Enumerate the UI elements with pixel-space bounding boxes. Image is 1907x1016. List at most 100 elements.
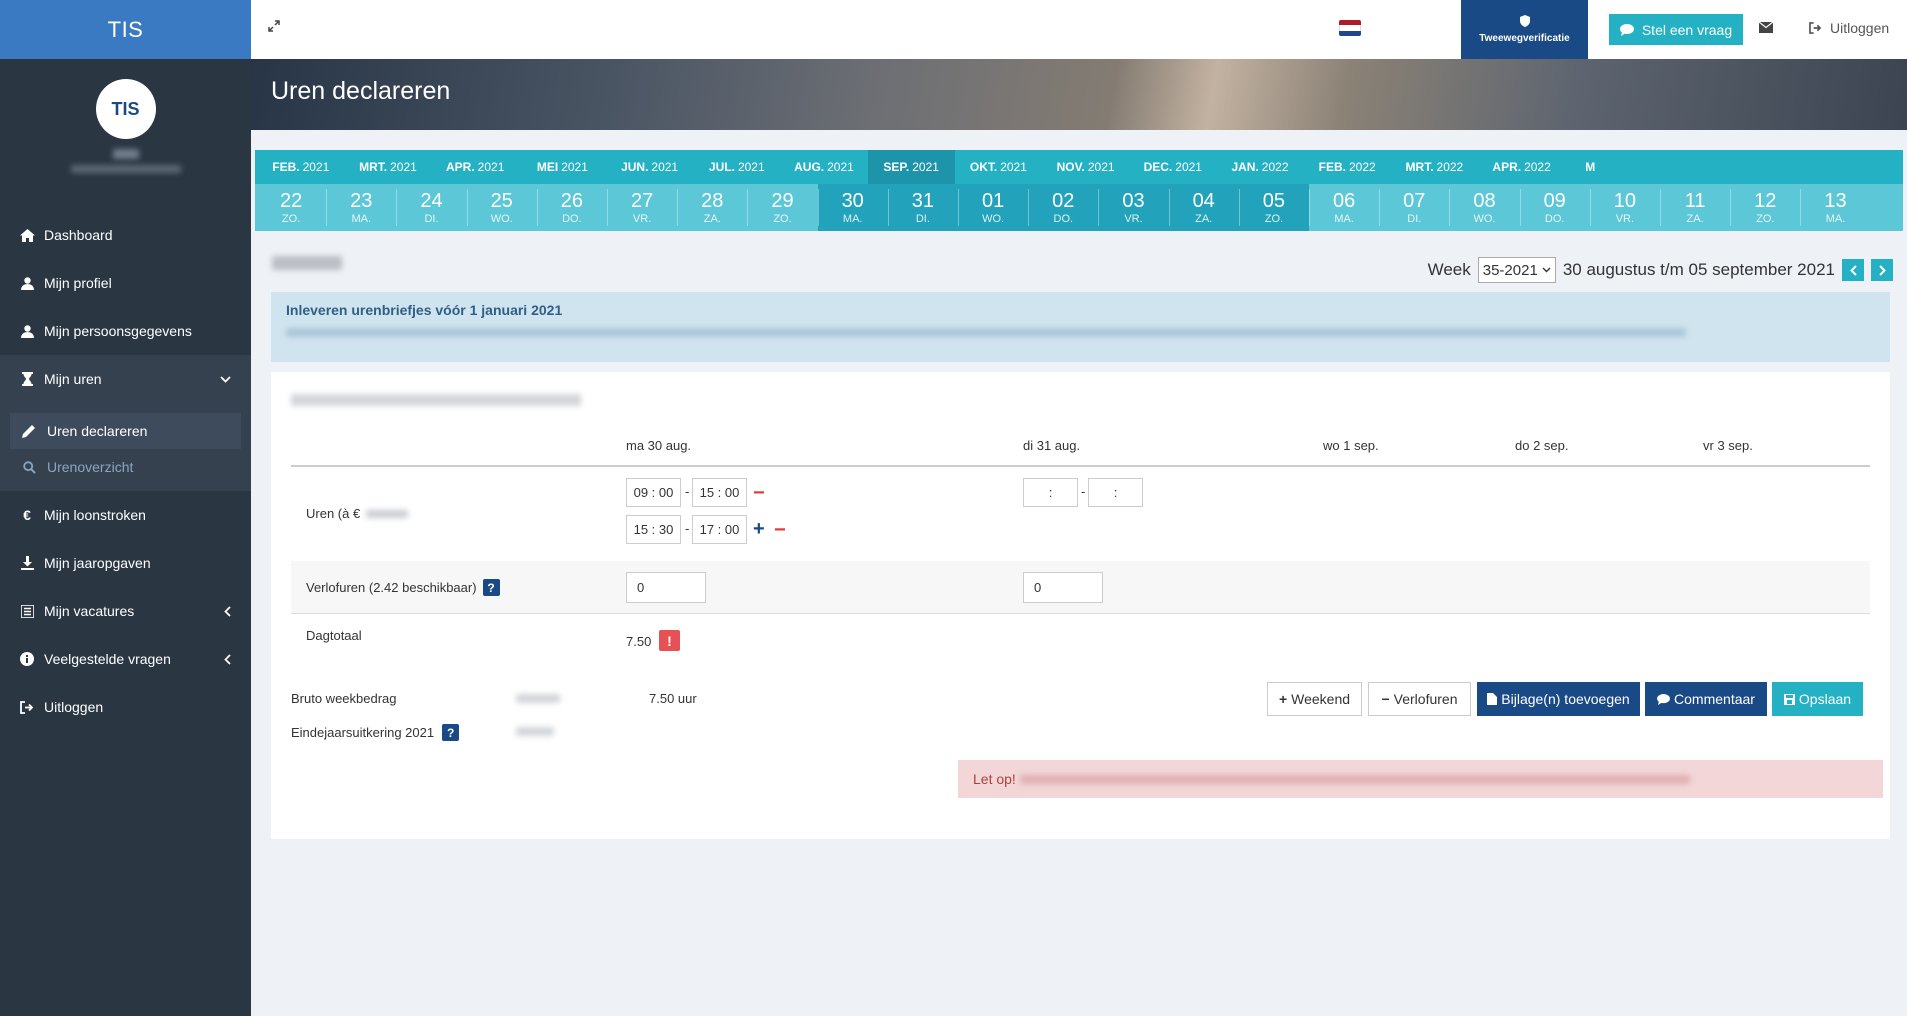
day-item[interactable]: 22 ZO. bbox=[256, 184, 326, 231]
end-time-input[interactable]: 17 : 00 bbox=[692, 515, 747, 544]
sidebar-item-persoonsgegevens[interactable]: Mijn persoonsgegevens bbox=[0, 307, 251, 355]
end-time-input[interactable]: : bbox=[1088, 478, 1143, 507]
leave-hours-button[interactable]: − Verlofuren bbox=[1368, 682, 1471, 716]
column-header-wed: wo 1 sep. bbox=[1323, 438, 1379, 453]
start-time-input[interactable]: 15 : 30 bbox=[626, 515, 681, 544]
add-attachment-button[interactable]: Bijlage(n) toevoegen bbox=[1477, 682, 1640, 716]
start-time-input[interactable]: 09 : 00 bbox=[626, 478, 681, 507]
day-item[interactable]: 10 VR. bbox=[1590, 184, 1660, 231]
month-item[interactable]: APR. 2022 bbox=[1478, 150, 1565, 184]
start-time-input[interactable]: : bbox=[1023, 478, 1078, 507]
user-icon bbox=[19, 276, 35, 290]
sidebar-item-label: Urenoverzicht bbox=[47, 459, 134, 475]
day-item[interactable]: 29 ZO. bbox=[747, 184, 817, 231]
sidebar-item-mijn-profiel[interactable]: Mijn profiel bbox=[0, 259, 251, 307]
leave-hours-input-tue[interactable]: 0 bbox=[1023, 572, 1103, 603]
day-item[interactable]: 07 DI. bbox=[1379, 184, 1449, 231]
comment-button[interactable]: Commentaar bbox=[1645, 682, 1767, 716]
day-item[interactable]: 25 WO. bbox=[467, 184, 537, 231]
month-item[interactable]: SEP. 2021 bbox=[867, 150, 955, 184]
two-factor-button[interactable]: Tweewegverificatie bbox=[1461, 0, 1588, 59]
day-item[interactable]: 31 DI. bbox=[887, 184, 958, 231]
day-separator bbox=[1589, 189, 1591, 226]
month-item[interactable]: AUG. 2021 bbox=[780, 150, 867, 184]
top-bar: Tweewegverificatie Stel een vraag Uitlog… bbox=[251, 0, 1907, 59]
envelope-icon[interactable] bbox=[1759, 22, 1773, 33]
month-item[interactable]: DEC. 2021 bbox=[1129, 150, 1216, 184]
range-dash: - bbox=[685, 521, 690, 536]
day-item[interactable]: 02 DO. bbox=[1028, 184, 1099, 231]
sidebar-item-vacatures[interactable]: Mijn vacatures bbox=[0, 587, 251, 635]
week-select-value: 35-2021 bbox=[1482, 261, 1538, 279]
month-item[interactable]: FEB. 2022 bbox=[1304, 150, 1391, 184]
end-time-input[interactable]: 15 : 00 bbox=[692, 478, 747, 507]
day-item[interactable]: 09 DO. bbox=[1520, 184, 1590, 231]
warning-icon[interactable]: ! bbox=[659, 630, 680, 651]
day-separator bbox=[1730, 189, 1732, 226]
day-item[interactable]: 04 ZA. bbox=[1168, 184, 1239, 231]
leave-hours-input-mon[interactable]: 0 bbox=[626, 572, 706, 603]
remove-range-icon[interactable]: − bbox=[774, 520, 786, 540]
day-item[interactable]: 23 MA. bbox=[326, 184, 396, 231]
year-end-bonus-label: Eindejaarsuitkering 2021 bbox=[291, 725, 435, 740]
day-number: 10 bbox=[1613, 190, 1637, 212]
month-item[interactable]: JUL. 2021 bbox=[693, 150, 780, 184]
sidebar-item-veelgestelde-vragen[interactable]: Veelgestelde vragen bbox=[0, 635, 251, 683]
day-number: 03 bbox=[1122, 190, 1145, 212]
day-item[interactable]: 30 MA. bbox=[817, 184, 888, 231]
expand-icon[interactable] bbox=[268, 20, 280, 32]
day-item[interactable]: 05 ZO. bbox=[1238, 184, 1309, 231]
day-number: 06 bbox=[1332, 190, 1356, 212]
top-logout-link[interactable]: Uitloggen bbox=[1809, 20, 1889, 36]
minus-icon: − bbox=[1381, 691, 1390, 707]
avatar[interactable]: TIS bbox=[95, 79, 156, 139]
day-item[interactable]: 01 WO. bbox=[958, 184, 1029, 231]
day-item[interactable]: 11 ZA. bbox=[1660, 184, 1730, 231]
day-item[interactable]: 03 VR. bbox=[1098, 184, 1169, 231]
previous-week-button[interactable] bbox=[1842, 259, 1864, 281]
month-item[interactable]: NOV. 2021 bbox=[1042, 150, 1129, 184]
month-item[interactable]: MEI 2021 bbox=[519, 150, 606, 184]
save-button[interactable]: Opslaan bbox=[1772, 682, 1863, 716]
month-item[interactable]: JAN. 2022 bbox=[1216, 150, 1303, 184]
day-number: 25 bbox=[490, 190, 513, 212]
month-item[interactable]: FEB. 2021 bbox=[257, 150, 344, 184]
sidebar-item-loonstroken[interactable]: € Mijn loonstroken bbox=[0, 491, 251, 539]
sidebar-item-dashboard[interactable]: Dashboard bbox=[0, 211, 251, 259]
sidebar-item-urenoverzicht[interactable]: Urenoverzicht bbox=[10, 449, 241, 485]
day-separator bbox=[607, 189, 608, 226]
day-item[interactable]: 06 MA. bbox=[1309, 184, 1379, 231]
day-item[interactable]: 26 DO. bbox=[537, 184, 607, 231]
sidebar-item-uren-declareren[interactable]: Uren declareren bbox=[10, 413, 241, 449]
day-number: 27 bbox=[630, 190, 654, 212]
day-item[interactable]: 27 VR. bbox=[607, 184, 677, 231]
chevron-right-icon bbox=[1878, 264, 1886, 276]
day-item[interactable]: 08 WO. bbox=[1449, 184, 1519, 231]
sidebar-item-uitloggen[interactable]: Uitloggen bbox=[0, 683, 251, 731]
month-item[interactable]: OKT. 2021 bbox=[955, 150, 1042, 184]
help-icon[interactable]: ? bbox=[442, 724, 460, 741]
day-number: 29 bbox=[771, 190, 794, 212]
month-item[interactable]: MRT. 2021 bbox=[344, 150, 431, 184]
day-item[interactable]: 24 DI. bbox=[396, 184, 466, 231]
week-select[interactable]: 35-2021 bbox=[1477, 257, 1556, 283]
month-item[interactable]: JUN. 2021 bbox=[606, 150, 693, 184]
help-icon[interactable]: ? bbox=[482, 579, 500, 596]
ask-question-button[interactable]: Stel een vraag bbox=[1609, 14, 1743, 45]
day-item[interactable]: 12 ZO. bbox=[1730, 184, 1800, 231]
month-item[interactable]: MRT. 2022 bbox=[1391, 150, 1478, 184]
sidebar-item-jaaropgaven[interactable]: Mijn jaaropgaven bbox=[0, 539, 251, 587]
day-item[interactable]: 13 MA. bbox=[1800, 184, 1870, 231]
dutch-flag-icon[interactable] bbox=[1339, 20, 1361, 36]
next-week-button[interactable] bbox=[1871, 259, 1893, 281]
sidebar-item-label: Mijn vacatures bbox=[44, 603, 135, 619]
brand-title[interactable]: TIS bbox=[0, 0, 251, 59]
add-range-icon[interactable]: + bbox=[753, 519, 765, 539]
day-item[interactable]: 28 ZA. bbox=[677, 184, 747, 231]
sidebar-item-mijn-uren[interactable]: Mijn uren bbox=[0, 355, 251, 403]
month-item[interactable]: M bbox=[1565, 150, 1652, 184]
month-item[interactable]: APR. 2021 bbox=[432, 150, 519, 184]
weekend-button[interactable]: + Weekend bbox=[1267, 682, 1362, 716]
remove-range-icon[interactable]: − bbox=[753, 483, 765, 503]
week-label: Week bbox=[1427, 260, 1471, 279]
